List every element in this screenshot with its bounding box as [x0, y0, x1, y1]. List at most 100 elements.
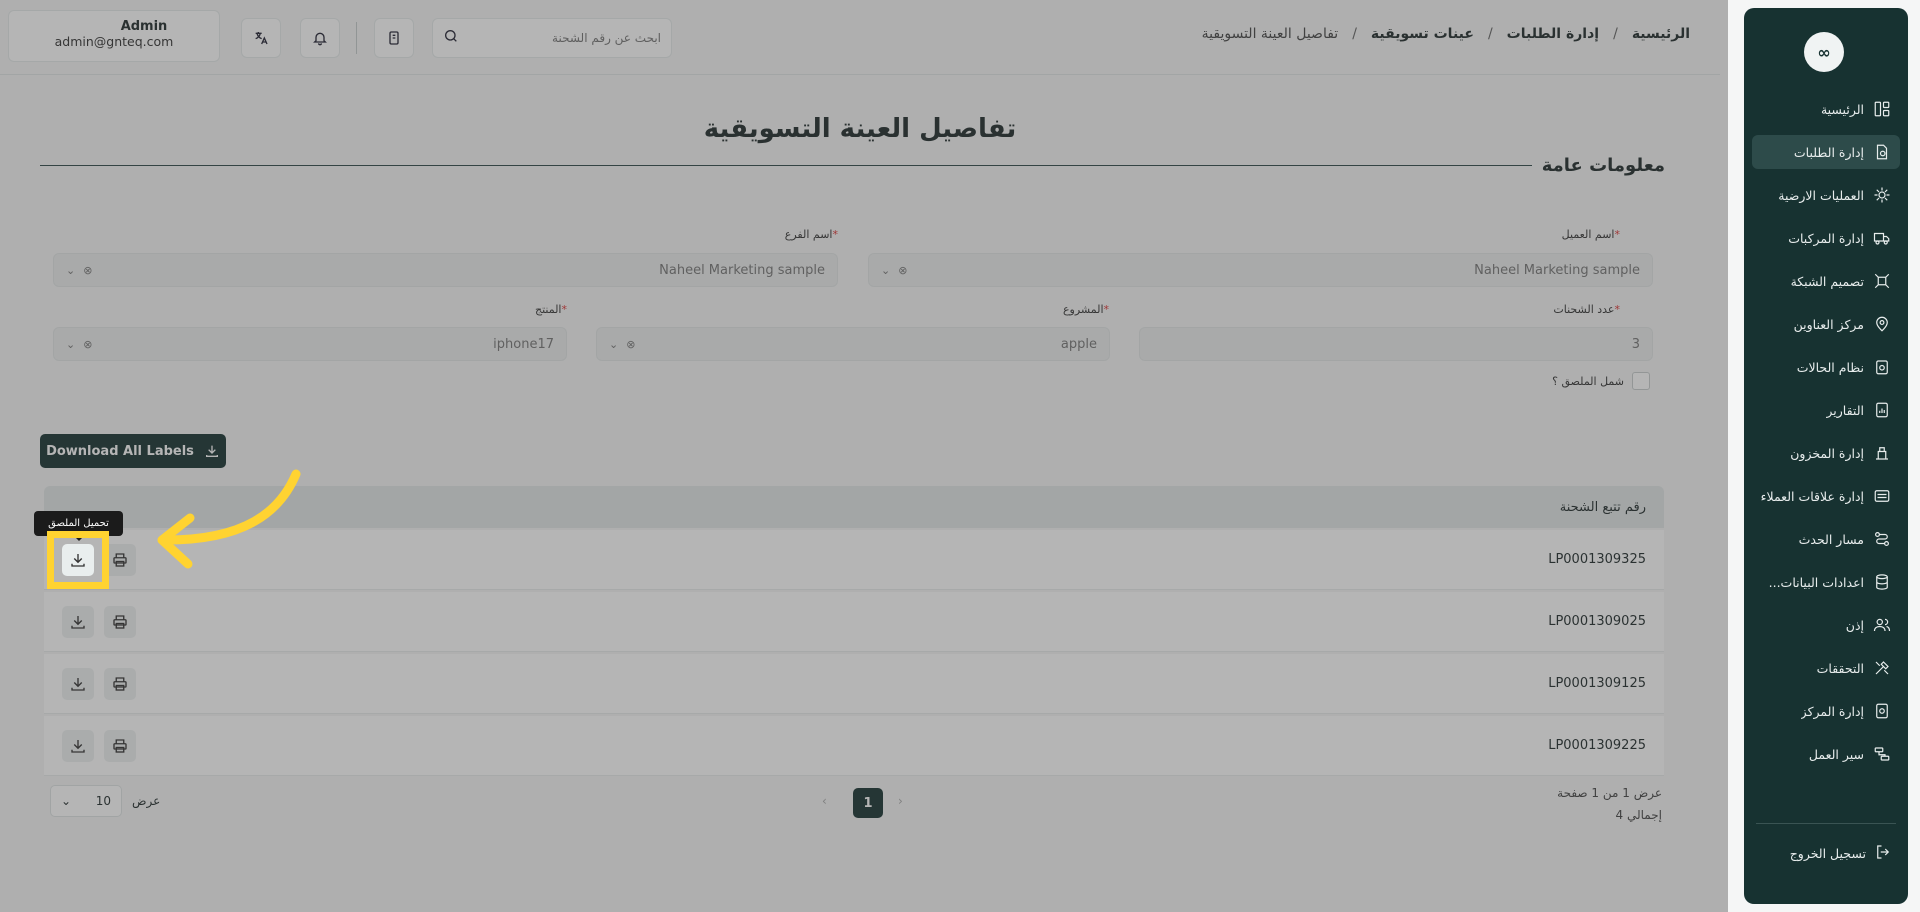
orders-icon: [1872, 142, 1892, 162]
client-name-select[interactable]: Naheel Marketing sample ⊗ ⌄: [868, 253, 1653, 287]
download-icon: [71, 677, 85, 691]
sidebar-item-data-settings[interactable]: اعدادات البيانات...: [1752, 565, 1900, 599]
user-name: Admin: [120, 19, 168, 34]
required-mark: *: [1614, 303, 1621, 316]
sidebar-item-ground-ops[interactable]: العمليات الارضية: [1752, 178, 1900, 212]
logout-button[interactable]: تسجيل الخروج: [1752, 836, 1900, 870]
branch-name-select[interactable]: Naheel Marketing sample ⊗ ⌄: [53, 253, 838, 287]
shipments-count-input[interactable]: 3: [1139, 327, 1653, 361]
tracking-number: LP0001309025: [1548, 614, 1646, 629]
next-page-icon[interactable]: ›: [898, 794, 903, 808]
chevron-down-icon[interactable]: ⌄: [609, 338, 618, 351]
breadcrumb-orders[interactable]: إدارة الطلبات: [1507, 26, 1599, 42]
tracking-number: LP0001309125: [1548, 676, 1646, 691]
total-text: إجمالي 4: [1615, 808, 1662, 822]
tracking-number: LP0001309325: [1548, 552, 1646, 567]
download-icon: [71, 554, 85, 567]
sidebar-item-event-route[interactable]: مسار الحدث: [1752, 522, 1900, 556]
download-icon: [71, 615, 85, 629]
sidebar-item-reports[interactable]: التقارير: [1752, 393, 1900, 427]
sidebar-item-addresses[interactable]: مركز العناوين: [1752, 307, 1900, 341]
app-logo[interactable]: ∞: [1804, 32, 1844, 72]
dashboard-icon: [1872, 99, 1892, 119]
print-label-button[interactable]: [104, 605, 136, 638]
sidebar-item-inventory[interactable]: إدارة المخزون: [1752, 436, 1900, 470]
sidebar-item-workflow[interactable]: سير العمل: [1752, 737, 1900, 771]
search-input[interactable]: [459, 31, 661, 45]
sidebar-item-label: العمليات الارضية: [1778, 187, 1864, 203]
sidebar-nav: الرئيسية إدارة الطلبات العمليات الارضية …: [1752, 92, 1900, 780]
page-button[interactable]: 1: [853, 788, 883, 818]
sidebar-item-label: إذن: [1845, 617, 1864, 633]
project-select[interactable]: apple ⊗ ⌄: [596, 327, 1110, 361]
project-value: apple: [1060, 336, 1097, 352]
sidebar-item-label: إدارة علاقات العملاء: [1760, 488, 1864, 504]
bell-icon: [313, 32, 327, 46]
prev-page-icon[interactable]: ‹: [822, 794, 827, 808]
sidebar-item-network[interactable]: تصميم الشبكة: [1752, 264, 1900, 298]
include-label-text: شمل الملصق ؟: [1552, 374, 1624, 388]
page-size-control: ⌄ 10 عرض: [50, 785, 160, 817]
include-label-checkbox[interactable]: [1632, 372, 1650, 390]
network-icon: [1872, 271, 1892, 291]
required-mark: *: [1614, 228, 1621, 241]
sidebar-item-home[interactable]: الرئيسية: [1752, 92, 1900, 126]
printer-icon: [113, 614, 127, 629]
chevron-down-icon[interactable]: ⌄: [66, 338, 75, 351]
status-icon: [1872, 357, 1892, 377]
user-card[interactable]: Admin admin@gnteq.com: [8, 10, 220, 62]
breadcrumb-home[interactable]: الرئيسية: [1632, 26, 1690, 42]
required-mark: *: [561, 303, 568, 316]
table-row: LP0001309225: [44, 716, 1664, 776]
sidebar-item-label: سير العمل: [1808, 746, 1864, 762]
sidebar-item-label: إدارة الطلبات: [1793, 144, 1864, 160]
chevron-down-icon[interactable]: ⌄: [881, 264, 890, 277]
download-icon: [205, 445, 218, 457]
sidebar-item-crm[interactable]: إدارة علاقات العملاء: [1752, 479, 1900, 513]
download-label-button[interactable]: [62, 729, 94, 762]
download-label-button[interactable]: [62, 667, 94, 700]
sidebar-item-status[interactable]: نظام الحالات: [1752, 350, 1900, 384]
sidebar-item-vehicles[interactable]: إدارة المركبات: [1752, 221, 1900, 255]
shipments-count-value: 3: [1631, 336, 1640, 352]
general-info-section: معلومات عامة: [40, 155, 1665, 176]
sidebar-item-verifications[interactable]: التحققات: [1752, 651, 1900, 685]
sidebar-item-orders[interactable]: إدارة الطلبات: [1752, 135, 1900, 169]
language-button[interactable]: [241, 18, 281, 58]
download-all-label: Download All Labels: [46, 443, 194, 459]
printer-icon: [113, 738, 127, 753]
clear-icon[interactable]: ⊗: [898, 264, 907, 277]
database-icon: [1872, 572, 1892, 592]
table-row: LP0001309025: [44, 592, 1664, 652]
download-label-button[interactable]: [62, 544, 94, 576]
user-email: admin@gnteq.com: [54, 34, 174, 49]
notifications-button[interactable]: [300, 18, 340, 58]
sidebar-item-label: إدارة المركز: [1800, 703, 1864, 719]
clear-icon[interactable]: ⊗: [83, 264, 92, 277]
breadcrumb-samples[interactable]: عينات تسويقية: [1371, 26, 1474, 42]
product-select[interactable]: iphone17 ⊗ ⌄: [53, 327, 567, 361]
download-icon: [71, 739, 85, 753]
page-title: تفاصيل العينة التسويقية: [703, 114, 1017, 144]
breadcrumb-separator: /: [1487, 26, 1493, 42]
download-label-button[interactable]: [62, 605, 94, 638]
sidebar-item-permissions[interactable]: إذن: [1752, 608, 1900, 642]
page-size-select[interactable]: ⌄ 10: [50, 785, 122, 817]
page-info-text: عرض 1 من 1 صفحة: [1557, 786, 1662, 800]
clear-icon[interactable]: ⊗: [83, 338, 92, 351]
device-button[interactable]: [374, 18, 414, 58]
print-label-button[interactable]: [104, 667, 136, 700]
sidebar-item-hub[interactable]: إدارة المركز: [1752, 694, 1900, 728]
page-size-value: 10: [95, 794, 111, 808]
search-box[interactable]: [432, 18, 672, 58]
clear-icon[interactable]: ⊗: [626, 338, 635, 351]
sidebar-item-label: التقارير: [1826, 402, 1864, 418]
sidebar-item-label: مسار الحدث: [1798, 531, 1864, 547]
tracking-number: LP0001309225: [1548, 738, 1646, 753]
ground-ops-icon: [1872, 185, 1892, 205]
chevron-down-icon[interactable]: ⌄: [66, 264, 75, 277]
search-icon[interactable]: [443, 28, 459, 48]
breadcrumb-separator: /: [1613, 26, 1618, 42]
print-label-button[interactable]: [104, 729, 136, 762]
breadcrumb-separator: /: [1352, 26, 1357, 42]
